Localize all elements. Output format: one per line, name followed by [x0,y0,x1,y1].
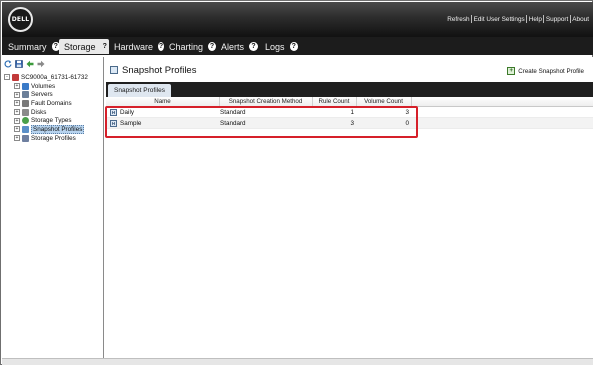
tree-item-disks[interactable]: + Disks [4,108,104,117]
snapshot-profiles-icon [110,66,118,74]
link-separator [526,15,528,23]
tab-label: Storage [64,41,96,52]
cell-name: Sample [120,120,142,127]
help-icon[interactable]: ? [249,42,259,51]
cell-method: Standard [220,109,246,116]
support-link[interactable]: Support [546,16,568,23]
help-icon[interactable]: ? [101,42,109,51]
tree-item-label: Disks [31,108,47,116]
expand-toggle[interactable]: + [14,135,20,142]
subtab-bar: Snapshot Profiles [106,82,593,97]
dell-logo: DELL [8,7,33,32]
expand-toggle[interactable]: + [14,117,20,124]
storage-center-icon [12,73,19,81]
help-icon[interactable]: ? [208,42,216,51]
cell-rule-count: 3 [350,120,354,127]
tree-item-volumes[interactable]: + Volumes [4,82,104,91]
app-header: DELL Refresh Edit User Settings Help Sup… [2,2,593,37]
refresh-link[interactable]: Refresh [447,16,469,23]
main-tab-bar: Summary ? Storage ? Hardware ? Charting … [2,37,593,55]
page-title: Snapshot Profiles [122,65,197,76]
app-window: DELL Refresh Edit User Settings Help Sup… [0,0,593,365]
table-header: Name Snapshot Creation Method Rule Count… [106,97,593,107]
tree-item-servers[interactable]: + Servers [4,90,104,99]
column-header-method[interactable]: Snapshot Creation Method [219,98,312,105]
tree-item-storage-types[interactable]: + Storage Types [4,116,104,125]
tree-item-label: Fault Domains [31,99,72,107]
cell-rule-count: 1 [350,109,354,116]
tab-hardware[interactable]: Hardware ? [109,39,164,54]
tree-item-label: Volumes [31,82,56,90]
column-header-rule-count[interactable]: Rule Count [312,98,356,105]
tab-logs[interactable]: Logs ? [260,39,298,54]
save-icon[interactable] [15,60,23,68]
cell-volume-count: 0 [405,120,409,127]
tab-summary[interactable]: Summary ? [3,39,60,54]
tree-item-fault-domains[interactable]: + Fault Domains [4,99,104,108]
tab-label: Logs [265,41,285,52]
add-icon: + [507,67,516,75]
cell-name: Daily [120,109,134,116]
column-header-volume-count[interactable]: Volume Count [356,98,411,105]
snapshot-profiles-table: Name Snapshot Creation Method Rule Count… [106,97,593,129]
help-link[interactable]: Help [529,16,542,23]
edit-user-settings-link[interactable]: Edit User Settings [474,16,525,23]
tab-alerts[interactable]: Alerts ? [216,39,260,54]
tab-snapshot-profiles[interactable]: Snapshot Profiles [108,84,171,97]
column-divider [411,97,412,107]
expand-toggle[interactable]: + [14,126,20,133]
tree-item-label: Servers [31,91,53,99]
tree-item-label: Storage Profiles [31,134,76,142]
tab-storage[interactable]: Storage ? [59,39,109,54]
navigation-panel: - SC9000a_61731-61732 + Volumes + Server… [2,57,104,358]
refresh-icon[interactable] [4,60,12,68]
table-row[interactable]: H Daily Standard 1 3 [106,107,593,118]
expand-toggle[interactable]: + [14,91,20,98]
storage-tree: - SC9000a_61731-61732 + Volumes + Server… [4,73,104,143]
snapshot-profile-icon: H [110,109,117,116]
logo-text: DELL [11,16,30,23]
tab-charting[interactable]: Charting ? [164,39,216,54]
tab-label: Summary [8,41,47,52]
cell-volume-count: 3 [405,109,409,116]
main-content: Snapshot Profiles + Create Snapshot Prof… [105,57,593,358]
tree-item-snapshot-profiles[interactable]: + Snapshot Profiles [4,124,104,134]
tree-root[interactable]: - SC9000a_61731-61732 [4,73,104,82]
tree-toolbar [4,59,45,69]
tree-item-storage-profiles[interactable]: + Storage Profiles [4,134,104,143]
about-link[interactable]: About [572,16,589,23]
create-button-label: Create Snapshot Profile [518,67,584,75]
top-links: Refresh Edit User Settings Help Support … [447,15,589,23]
tree-root-label: SC9000a_61731-61732 [21,73,88,81]
link-separator [471,15,473,23]
back-arrow-icon[interactable] [26,60,34,68]
expand-toggle[interactable]: + [14,100,20,107]
volumes-icon [22,82,29,90]
storage-types-icon [22,117,29,125]
tree-item-label: Storage Types [31,117,72,125]
link-separator [543,15,545,23]
storage-profiles-icon [22,134,29,142]
cell-method: Standard [220,120,246,127]
forward-arrow-icon[interactable] [37,60,45,68]
expand-toggle[interactable]: + [14,109,20,116]
tab-label: Hardware [114,41,154,52]
expand-toggle[interactable]: + [14,83,20,90]
servers-icon [22,91,29,99]
snapshot-profile-icon: H [110,120,117,127]
tree-item-label: Snapshot Profiles [31,124,85,134]
collapse-toggle[interactable]: - [4,74,10,81]
column-header-name[interactable]: Name [106,98,219,105]
page-header: Snapshot Profiles + Create Snapshot Prof… [105,57,593,81]
snapshot-profiles-icon [22,125,29,133]
fault-domains-icon [22,99,29,107]
status-bar [2,358,593,365]
link-separator [569,15,571,23]
tab-label: Alerts [221,41,245,52]
create-snapshot-profile-button[interactable]: + Create Snapshot Profile [507,67,584,75]
tab-label: Charting [169,41,204,52]
disks-icon [22,108,29,116]
help-icon[interactable]: ? [289,42,298,51]
table-row[interactable]: H Sample Standard 3 0 [106,118,593,129]
